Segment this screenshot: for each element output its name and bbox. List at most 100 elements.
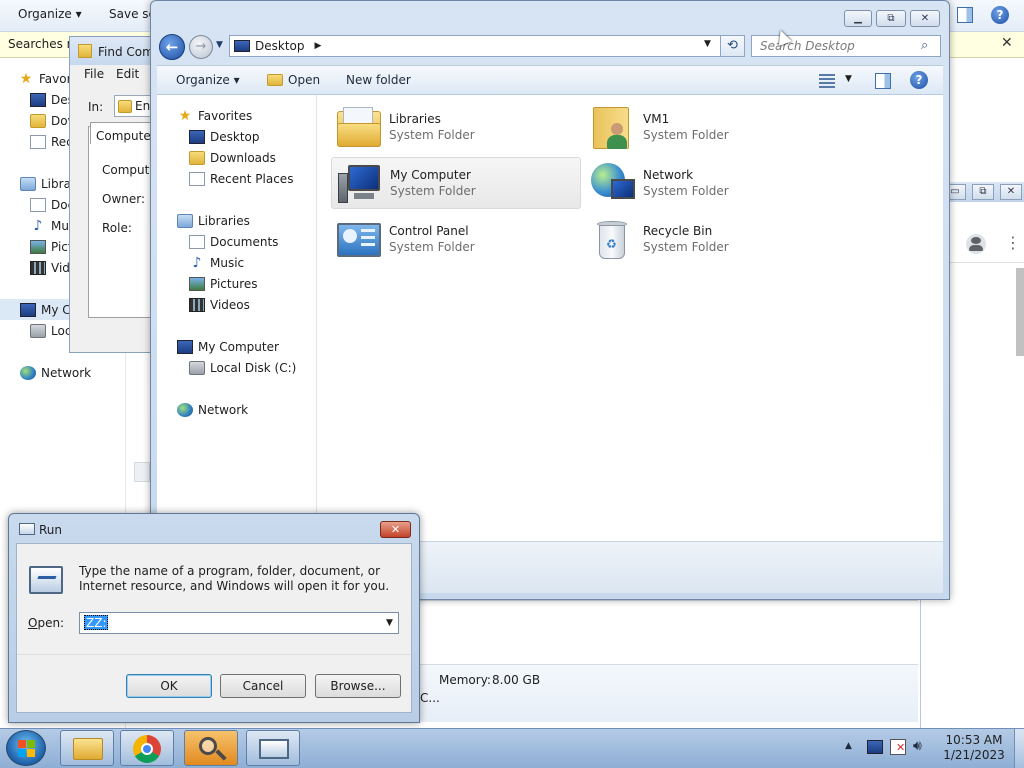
nav-libraries[interactable]: Libraries bbox=[177, 210, 250, 231]
bg-help-icon[interactable]: ? bbox=[991, 6, 1009, 24]
bg-nav-network[interactable]: Network bbox=[20, 362, 91, 383]
recent-places-icon bbox=[30, 134, 46, 149]
memory-value: 8.00 GB bbox=[492, 673, 541, 687]
help-icon[interactable]: ? bbox=[910, 71, 928, 89]
minimize-button[interactable]: ▁ bbox=[844, 10, 872, 27]
run-program-icon bbox=[29, 566, 63, 594]
organize-button[interactable]: Organize ▾ bbox=[176, 73, 240, 87]
breadcrumb-arrow-icon[interactable]: ▶ bbox=[315, 41, 322, 51]
nav-downloads[interactable]: Downloads bbox=[189, 147, 276, 168]
address-location[interactable]: Desktop bbox=[255, 39, 305, 53]
search-icon[interactable]: ⌕ bbox=[921, 38, 928, 53]
nav-documents[interactable]: Documents bbox=[189, 231, 278, 252]
recent-pages-chevron-icon[interactable]: ▼ bbox=[216, 40, 223, 50]
bg-preview-pane-icon[interactable] bbox=[957, 7, 973, 23]
find-in-select[interactable]: En bbox=[114, 95, 154, 117]
nav-network[interactable]: Network bbox=[177, 399, 248, 420]
libraries-folder-icon bbox=[335, 105, 383, 149]
refresh-button[interactable]: ⟲ bbox=[720, 35, 745, 57]
back-button[interactable]: ← bbox=[159, 34, 185, 60]
music-icon: ♪ bbox=[192, 254, 202, 271]
nav-my-computer[interactable]: My Computer bbox=[177, 336, 279, 357]
magnifier-icon bbox=[199, 737, 217, 755]
find-in-label: In: bbox=[88, 100, 104, 114]
bg-right-scrollbar-thumb[interactable] bbox=[1016, 268, 1024, 356]
nav-favorites[interactable]: ★ Favorites bbox=[177, 105, 253, 126]
bg-nav-music[interactable]: ♪ Mu bbox=[30, 215, 69, 236]
account-icon[interactable] bbox=[966, 234, 986, 254]
bg-nav-documents[interactable]: Doc bbox=[30, 194, 74, 215]
file-item[interactable]: Control Panel System Folder bbox=[335, 213, 565, 265]
explorer-folder-icon bbox=[73, 738, 103, 760]
file-item[interactable]: VM1 System Folder bbox=[589, 101, 819, 153]
volume-icon[interactable]: 🔊︎ bbox=[913, 738, 922, 754]
bg-nav-videos[interactable]: Vid bbox=[30, 257, 70, 278]
show-hidden-icons-icon[interactable]: ▲ bbox=[845, 741, 852, 751]
run-description: Type the name of a program, folder, docu… bbox=[79, 564, 390, 593]
computer-icon bbox=[177, 339, 193, 354]
view-chevron-icon[interactable]: ▼ bbox=[845, 74, 852, 84]
view-options-icon[interactable] bbox=[819, 74, 835, 88]
bg-right-restore-button[interactable]: ⧉ bbox=[972, 184, 994, 200]
browse-button[interactable]: Browse... bbox=[315, 674, 401, 698]
more-options-icon[interactable]: ⋮ bbox=[1005, 233, 1021, 253]
address-bar[interactable]: Desktop ▶ ▼ bbox=[229, 35, 745, 57]
show-desktop-button[interactable] bbox=[1014, 729, 1024, 768]
bg-nav-libraries[interactable]: Librar bbox=[20, 173, 76, 194]
taskbar-clock[interactable]: 10:53 AM 1/21/2023 bbox=[940, 733, 1008, 763]
run-close-button[interactable]: ✕ bbox=[380, 521, 411, 538]
bg-nav-favorites[interactable]: ★ Favor bbox=[18, 68, 72, 89]
clock-date: 1/21/2023 bbox=[943, 748, 1005, 762]
run-open-value[interactable]: ZZ: bbox=[84, 615, 109, 630]
run-dialog-title: Run bbox=[39, 523, 63, 537]
bg-nav-recent[interactable]: Rec bbox=[30, 131, 73, 152]
cancel-button[interactable]: Cancel bbox=[220, 674, 306, 698]
network-globe-icon bbox=[589, 161, 637, 205]
action-center-icon[interactable]: ✕ bbox=[890, 739, 906, 755]
forward-button[interactable]: → bbox=[189, 35, 213, 59]
run-dropdown-chevron-icon[interactable]: ▼ bbox=[386, 618, 393, 628]
file-item[interactable]: Libraries System Folder bbox=[335, 101, 565, 153]
start-button[interactable] bbox=[6, 730, 46, 766]
find-dialog-title: Find Com bbox=[98, 45, 154, 59]
bg-organize-button[interactable]: Organize ▾ bbox=[18, 7, 82, 21]
file-item[interactable]: ♻ Recycle Bin System Folder bbox=[589, 213, 819, 265]
nav-local-disk[interactable]: Local Disk (C:) bbox=[189, 357, 296, 378]
windows-logo-icon bbox=[18, 740, 26, 748]
close-info-icon[interactable]: ✕ bbox=[1001, 35, 1013, 51]
bg-nav-desktop[interactable]: Des bbox=[30, 89, 74, 110]
entire-directory-icon bbox=[118, 99, 132, 113]
network-tray-icon[interactable] bbox=[867, 740, 883, 754]
find-computers-titlebar: Find Com bbox=[70, 37, 158, 65]
maximize-button[interactable]: ⧉ bbox=[876, 10, 906, 27]
find-menu-edit[interactable]: Edit bbox=[116, 67, 139, 81]
file-item[interactable]: Network System Folder bbox=[589, 157, 819, 209]
nav-videos[interactable]: Videos bbox=[189, 294, 250, 315]
find-menu-file[interactable]: File bbox=[84, 67, 104, 81]
network-icon bbox=[20, 365, 36, 380]
bg-right-close-button[interactable]: ✕ bbox=[1000, 184, 1022, 200]
nav-pictures[interactable]: Pictures bbox=[189, 273, 258, 294]
bg-nav-downloads[interactable]: Dov bbox=[30, 110, 75, 131]
recycle-bin-icon: ♻ bbox=[589, 217, 637, 261]
new-folder-button[interactable]: New folder bbox=[346, 73, 411, 87]
address-dropdown-chevron-icon[interactable]: ▼ bbox=[704, 39, 711, 49]
nav-recent-places[interactable]: Recent Places bbox=[189, 168, 293, 189]
open-button[interactable]: Open bbox=[267, 73, 320, 87]
taskbar-chrome-button[interactable] bbox=[120, 730, 174, 766]
ok-button[interactable]: OK bbox=[126, 674, 212, 698]
bg-nav-pictures[interactable]: Pict bbox=[30, 236, 73, 257]
file-item[interactable]: My Computer System Folder bbox=[331, 157, 581, 209]
run-open-label: Open: bbox=[28, 616, 65, 630]
search-info-text: Searches m bbox=[8, 37, 79, 51]
taskbar-run-button[interactable] bbox=[246, 730, 300, 766]
music-icon: ♪ bbox=[33, 217, 43, 234]
preview-pane-icon[interactable] bbox=[875, 73, 891, 89]
taskbar-search-button[interactable] bbox=[184, 730, 238, 766]
taskbar-explorer-button[interactable] bbox=[60, 730, 114, 766]
bg-nav-local-disk[interactable]: Loc bbox=[30, 320, 71, 341]
nav-music[interactable]: ♪ Music bbox=[189, 252, 245, 273]
run-open-input[interactable]: ▼ bbox=[79, 612, 399, 634]
nav-desktop[interactable]: Desktop bbox=[189, 126, 260, 147]
close-button[interactable]: ✕ bbox=[910, 10, 940, 27]
